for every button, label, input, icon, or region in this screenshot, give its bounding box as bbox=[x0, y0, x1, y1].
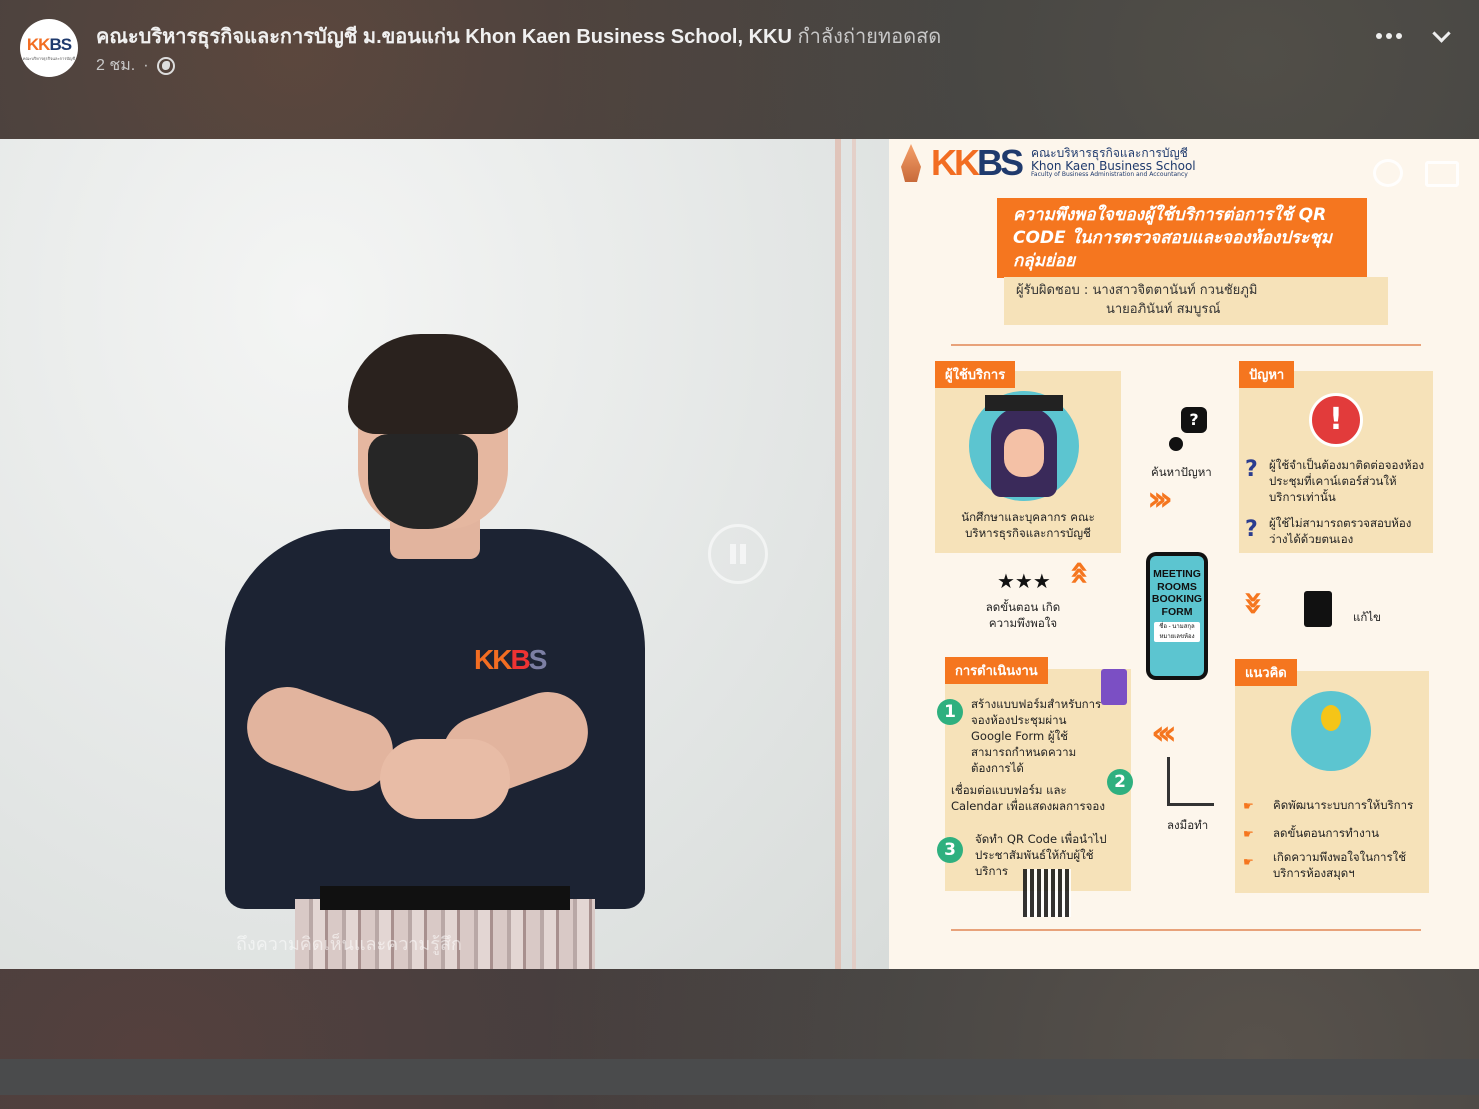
question-icon: ? bbox=[1245, 457, 1258, 482]
arrows-down: ››› bbox=[1234, 589, 1275, 609]
users-tag: ผู้ใช้บริการ bbox=[935, 361, 1016, 388]
avatar-logo: KKBS bbox=[26, 34, 72, 54]
arrows-left: ‹‹‹ bbox=[1151, 713, 1177, 753]
door-frame bbox=[835, 139, 841, 969]
phone-field: หมายเลขห้อง bbox=[1159, 634, 1195, 640]
logo-part: KK bbox=[931, 142, 980, 183]
responsible-2: นายอภินันท์ สมบูรณ์ bbox=[1106, 302, 1221, 317]
bulb bbox=[1321, 705, 1341, 731]
step-1: สร้างแบบฟอร์มสำหรับการจองห้องประชุมผ่าน … bbox=[971, 697, 1102, 775]
presenter-hands bbox=[380, 739, 510, 819]
shirt-logo-part: B bbox=[510, 644, 530, 675]
satisfaction: ลดขั้นตอน เกิดความพึงพอใจ bbox=[985, 600, 1061, 630]
problem-1: ผู้ใช้จำเป็นต้องมาติดต่อจองห้องประชุมที่… bbox=[1269, 458, 1425, 504]
poster-title: ความพึงพอใจของผู้ใช้บริการต่อการใช้ QR C… bbox=[997, 198, 1367, 278]
more-icon bbox=[1376, 33, 1382, 39]
step-number: 3 bbox=[937, 837, 963, 863]
more-icon-dot bbox=[1396, 33, 1402, 39]
do-it: ลงมือทำ bbox=[1167, 818, 1209, 832]
idea-2: ลดขั้นตอนการทำงาน bbox=[1273, 826, 1380, 840]
globe-icon bbox=[156, 56, 175, 75]
shirt-logo: KKBS bbox=[474, 644, 548, 676]
responsible-box: ผู้รับผิดชอบ : นางสาวจิตตานันท์ กวนชัยภู… bbox=[1004, 277, 1388, 325]
phone-form-title: MEETING ROOMS BOOKING FORM bbox=[1151, 568, 1203, 618]
divider bbox=[951, 344, 1421, 346]
divider bbox=[951, 929, 1421, 931]
idea-1: คิดพัฒนาระบบการให้บริการ bbox=[1273, 798, 1414, 812]
problem-tag: ปัญหา bbox=[1239, 361, 1295, 388]
chevron-down-icon[interactable] bbox=[1428, 22, 1456, 50]
logo-part: BS bbox=[977, 142, 1024, 183]
pointer-icon: ☛ bbox=[1243, 799, 1254, 813]
phone-field: ชื่อ - นามสกุล bbox=[1159, 624, 1195, 630]
fix: แก้ไข bbox=[1353, 610, 1382, 624]
chat-icon[interactable] bbox=[1373, 159, 1403, 187]
school-th: คณะบริหารธุรกิจและการบัญชี bbox=[1031, 146, 1188, 161]
poster-logo-row: KKBS คณะบริหารธุรกิจและการบัญชี Khon Kae… bbox=[901, 142, 1196, 184]
problem-2: ผู้ใช้ไม่สามารถตรวจสอบห้องว่างได้ด้วยตนเ… bbox=[1269, 516, 1412, 546]
school-sub: Faculty of Business Administration and A… bbox=[1031, 171, 1188, 179]
step-2: เชื่อมต่อแบบฟอร์ม และ Calendar เพื่อแสดง… bbox=[951, 783, 1105, 813]
presenter-belt bbox=[320, 886, 570, 910]
cast-icon[interactable] bbox=[1425, 161, 1459, 187]
question-bubble-icon: ? bbox=[1181, 407, 1207, 433]
poster-logo: KKBS bbox=[931, 142, 1024, 184]
page-avatar[interactable]: KKBS คณะบริหารธุรกิจและการบัญชี bbox=[20, 19, 78, 77]
infographic-poster: KKBS คณะบริหารธุรกิจและการบัญชี Khon Kae… bbox=[889, 139, 1479, 969]
operations-tag: การดำเนินงาน bbox=[945, 657, 1048, 684]
shirt-logo-part: S bbox=[528, 644, 548, 675]
document-search-icon bbox=[1304, 591, 1332, 627]
shirt-logo-part: KK bbox=[474, 644, 512, 675]
page-name-text[interactable]: คณะบริหารธุรกิจและการบัญชี ม.ขอนแก่น Kho… bbox=[96, 26, 792, 48]
phone-screen: MEETING ROOMS BOOKING FORM ชื่อ - นามสกุ… bbox=[1150, 556, 1204, 676]
page-name[interactable]: คณะบริหารธุรกิจและการบัญชี ม.ขอนแก่น Kho… bbox=[96, 20, 941, 52]
door-frame bbox=[852, 139, 856, 969]
alert-icon: ! bbox=[1309, 393, 1363, 447]
arrows-up: ››› bbox=[1058, 567, 1099, 587]
person-icon bbox=[1169, 437, 1183, 451]
users-text: นักศึกษาและบุคลากร คณะบริหารธุรกิจและการ… bbox=[961, 510, 1095, 540]
idea-tag: แนวคิด bbox=[1235, 659, 1297, 686]
find-problem: ค้นหาปัญหา bbox=[1151, 465, 1212, 479]
post-time[interactable]: 2 ชม. bbox=[96, 53, 135, 78]
bottom-bar bbox=[0, 1059, 1479, 1095]
lightbulb-icon bbox=[1291, 691, 1371, 771]
school-name: คณะบริหารธุรกิจและการบัญชี Khon Kaen Bus… bbox=[1031, 147, 1196, 178]
qr-code bbox=[1023, 869, 1071, 917]
worker-icon bbox=[1167, 757, 1214, 806]
idea-3: เกิดความพึงพอใจในการใช้บริการห้องสมุดฯ bbox=[1273, 850, 1407, 880]
live-status: กำลังถ่ายทอดสด bbox=[797, 26, 942, 48]
presenter-mask bbox=[368, 434, 478, 529]
step-number: 1 bbox=[937, 699, 963, 725]
grad-cap bbox=[985, 395, 1063, 411]
post-header: KKBS คณะบริหารธุรกิจและการบัญชี คณะบริหา… bbox=[0, 0, 1479, 138]
more-options-button[interactable] bbox=[1372, 22, 1406, 50]
more-icon-dot bbox=[1386, 33, 1392, 39]
video-caption: ถึงความคิดเห็นและความรู้สึก bbox=[236, 934, 462, 954]
responsible-1: ผู้รับผิดชอบ : นางสาวจิตตานันท์ กวนชัยภู… bbox=[1016, 283, 1258, 298]
post-meta: 2 ชม. · bbox=[96, 53, 175, 78]
presenter-hair bbox=[348, 334, 518, 434]
torch-icon bbox=[901, 144, 921, 182]
question-icon: ? bbox=[1245, 517, 1258, 542]
student-face bbox=[1004, 429, 1044, 477]
pointer-icon: ☛ bbox=[1243, 827, 1254, 841]
meta-separator: · bbox=[143, 56, 149, 74]
phone-fields: ชื่อ - นามสกุล หมายเลขห้อง bbox=[1154, 622, 1200, 642]
pointer-icon: ☛ bbox=[1243, 855, 1254, 869]
pause-icon[interactable] bbox=[708, 524, 768, 584]
step-number: 2 bbox=[1107, 769, 1133, 795]
avatar-sub: คณะบริหารธุรกิจและการบัญชี bbox=[22, 55, 76, 61]
phone-mockup: MEETING ROOMS BOOKING FORM ชื่อ - นามสกุ… bbox=[1146, 552, 1208, 680]
arrows-right: ››› bbox=[1147, 479, 1173, 519]
live-video[interactable]: KKBS ถึงความคิดเห็นและความรู้สึก KKBS คณ… bbox=[0, 139, 1479, 969]
stars: ★★★ bbox=[997, 569, 1051, 593]
